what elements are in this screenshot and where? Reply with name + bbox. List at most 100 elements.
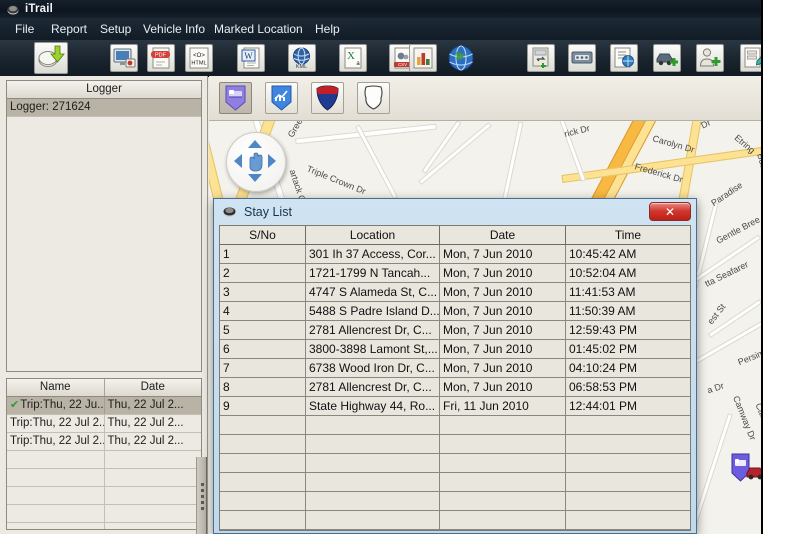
table-row[interactable]: 7 6738 Wood Iron Dr, C... Mon, 7 Jun 201… xyxy=(220,359,690,378)
bar-chart-icon xyxy=(413,47,433,69)
dialog-title-bar: Stay List ✕ xyxy=(214,199,696,225)
html-icon: <O> HTML xyxy=(189,47,209,69)
left-pane: Logger Logger: 271624 Name Date ✔Trip:Th… xyxy=(0,76,208,534)
globe-icon xyxy=(448,45,474,71)
column-header-location[interactable]: Location xyxy=(306,226,440,244)
main-toolbar: PDF <O> HTML W KML X a CSV xyxy=(0,40,761,77)
table-row[interactable] xyxy=(220,416,690,435)
table-row[interactable] xyxy=(220,530,690,531)
menu-setup[interactable]: Setup xyxy=(95,21,136,37)
street-label: Triple Crown Dr xyxy=(305,163,368,197)
cell-time: 04:10:24 PM xyxy=(569,361,638,375)
table-row[interactable]: 8 2781 Allencrest Dr, C... Mon, 7 Jun 20… xyxy=(220,378,690,397)
table-row[interactable] xyxy=(7,487,201,505)
table-row[interactable] xyxy=(220,435,690,454)
menu-bar: File Report Setup Vehicle Info Marked Lo… xyxy=(0,18,761,41)
cell-time: 11:50:39 AM xyxy=(569,304,636,318)
view-on-earth-button[interactable] xyxy=(446,43,476,73)
download-logger-button[interactable] xyxy=(34,42,68,74)
svg-text:HTML: HTML xyxy=(191,61,206,67)
table-row[interactable] xyxy=(7,451,201,469)
street-label: a Dr xyxy=(705,380,726,396)
table-row[interactable] xyxy=(220,454,690,473)
table-row[interactable]: 2 1721-1799 N Tancah... Mon, 7 Jun 2010 … xyxy=(220,264,690,283)
export-word-button[interactable]: W xyxy=(237,44,265,72)
reports-button[interactable] xyxy=(610,44,638,72)
device-config-icon xyxy=(532,47,549,68)
table-row[interactable]: 1 301 Ih 37 Access, Cor... Mon, 7 Jun 20… xyxy=(220,245,690,264)
close-icon[interactable]: ✕ xyxy=(649,202,691,221)
logger-settings-button[interactable] xyxy=(527,44,555,72)
street-label: Buttercup xyxy=(755,152,763,192)
table-row[interactable]: 4 5488 S Padre Island D... Mon, 7 Jun 20… xyxy=(220,302,690,321)
chart-report-button[interactable] xyxy=(409,44,437,72)
report-globe-icon xyxy=(614,47,634,68)
logger-row[interactable]: Logger: 271624 xyxy=(7,99,201,117)
add-vehicle-button[interactable] xyxy=(653,44,681,72)
table-row[interactable]: ✔Trip:Thu, 22 Ju... Thu, 22 Jul 2... xyxy=(7,397,201,415)
speed-chart-toggle[interactable] xyxy=(265,82,298,114)
logger-column-header[interactable]: Logger xyxy=(7,81,201,98)
cell-sno: 2 xyxy=(220,264,306,282)
cell-time: 12:44:01 PM xyxy=(569,399,638,413)
table-row[interactable] xyxy=(7,523,201,529)
edit-record-button[interactable] xyxy=(740,44,761,72)
pan-hand-control[interactable] xyxy=(226,132,286,192)
logger-grid-header: Logger xyxy=(7,81,201,99)
menu-marked-location[interactable]: Marked Location xyxy=(209,21,308,37)
table-row[interactable] xyxy=(220,473,690,492)
vehicle-marker[interactable] xyxy=(745,461,763,481)
street-label: Paradise xyxy=(709,179,745,209)
add-user-button[interactable] xyxy=(696,44,724,72)
cell-sno: 3 xyxy=(220,283,306,301)
column-header-sno[interactable]: S/No xyxy=(220,226,306,244)
svg-text:PDF: PDF xyxy=(155,53,167,59)
table-row[interactable] xyxy=(7,505,201,523)
export-html-button[interactable]: <O> HTML xyxy=(185,44,213,72)
cell-date: Mon, 7 Jun 2010 xyxy=(440,321,566,339)
menu-vehicle-info[interactable]: Vehicle Info xyxy=(138,21,210,37)
column-header-time[interactable]: Time xyxy=(566,226,690,244)
export-image-button[interactable] xyxy=(110,44,138,72)
cell-location: 1721-1799 N Tancah... xyxy=(306,264,440,282)
us-route-shield-toggle[interactable] xyxy=(357,82,390,114)
us-route-shield-icon xyxy=(364,85,383,110)
cell-date: Mon, 7 Jun 2010 xyxy=(440,264,566,282)
cell-date: Mon, 7 Jun 2010 xyxy=(440,302,566,320)
export-excel-button[interactable]: X a xyxy=(339,44,367,72)
table-row[interactable] xyxy=(7,469,201,487)
menu-file[interactable]: File xyxy=(10,21,39,37)
table-row[interactable]: 9 State Highway 44, Ro... Fri, 11 Jun 20… xyxy=(220,397,690,416)
cell-sno: 5 xyxy=(220,321,306,339)
cell-time: 10:45:42 AM xyxy=(569,247,637,261)
menu-help[interactable]: Help xyxy=(310,21,345,37)
app-icon xyxy=(223,207,236,217)
table-row[interactable]: Trip:Thu, 22 Jul 2... Thu, 22 Jul 2... xyxy=(7,433,201,451)
street-label: Gree xyxy=(285,121,305,140)
table-row[interactable]: 6 3800-3898 Lamont St,... Mon, 7 Jun 201… xyxy=(220,340,690,359)
street-label: rick Dr xyxy=(563,123,591,139)
svg-text:W: W xyxy=(244,51,253,61)
table-row[interactable] xyxy=(220,511,690,530)
export-pdf-button[interactable]: PDF xyxy=(147,44,175,72)
cell-date: Fri, 11 Jun 2010 xyxy=(440,397,566,415)
stay-markers-toggle[interactable] xyxy=(219,82,252,114)
device-button[interactable] xyxy=(568,44,596,72)
interstate-shield-toggle[interactable] xyxy=(311,82,344,114)
table-row[interactable]: Trip:Thu, 22 Jul 2... Thu, 22 Jul 2... xyxy=(7,415,201,433)
cell-location: 6738 Wood Iron Dr, C... xyxy=(306,359,440,377)
table-row[interactable] xyxy=(220,492,690,511)
street-label: Camway Dr xyxy=(731,394,758,442)
column-header-date[interactable]: Date xyxy=(440,226,566,244)
trip-column-header-name[interactable]: Name xyxy=(7,379,105,396)
svg-text:CSV: CSV xyxy=(398,62,407,67)
table-row[interactable]: 5 2781 Allencrest Dr, C... Mon, 7 Jun 20… xyxy=(220,321,690,340)
table-row[interactable]: 3 4747 S Alameda St, C... Mon, 7 Jun 201… xyxy=(220,283,690,302)
menu-report[interactable]: Report xyxy=(46,21,92,37)
trip-column-header-date[interactable]: Date xyxy=(105,379,202,396)
cell-location: State Highway 44, Ro... xyxy=(306,397,440,415)
map-toolbar xyxy=(209,76,761,121)
pane-splitter[interactable] xyxy=(196,457,207,534)
cell-location: 2781 Allencrest Dr, C... xyxy=(306,378,440,396)
export-kml-button[interactable]: KML xyxy=(288,44,316,72)
